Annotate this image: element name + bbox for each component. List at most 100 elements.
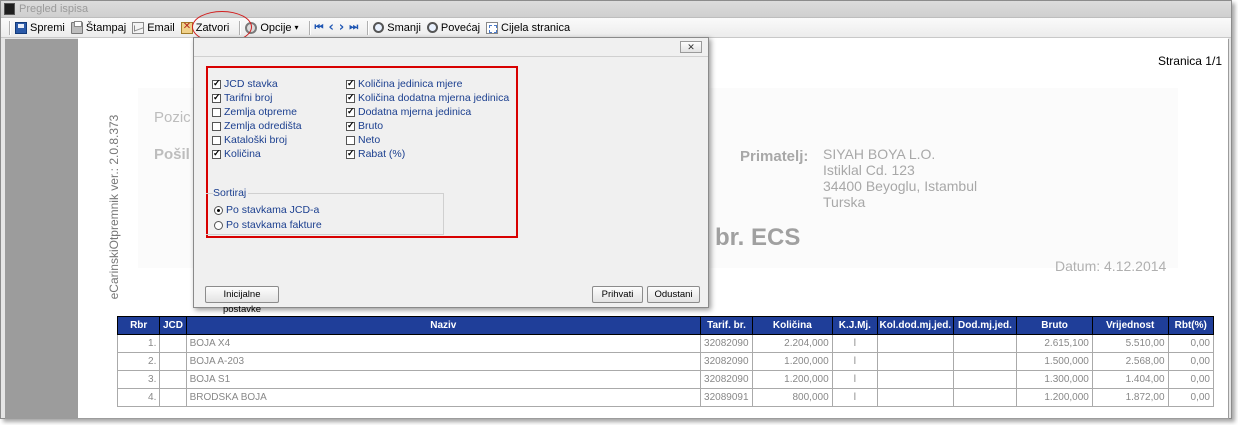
sort-option-label: Po stavkama JCD-a [226, 204, 320, 216]
cell-bruto: 1.500,000 [1016, 352, 1093, 371]
cell-rabat: 0,00 [1167, 370, 1215, 389]
option-tarifni-broj[interactable]: Tarifni broj [212, 92, 272, 104]
option-katalo-ki-broj[interactable]: Kataloški broj [212, 134, 287, 146]
options-dropdown-button[interactable]: Opcije ▾ [245, 21, 299, 34]
option-label: Kataloški broj [224, 134, 288, 146]
cell-kol-dod [877, 334, 954, 353]
toolbar: Spremi Štampaj Email Zatvori Opcije ▾ ⏮ … [1, 18, 1231, 38]
dialog-divider [194, 56, 708, 57]
window-title: Pregled ispisa [19, 3, 89, 15]
option-kolicina[interactable]: Količina [212, 148, 261, 160]
cell-bruto: 1.200,000 [1016, 388, 1093, 407]
radio-button[interactable] [214, 205, 223, 215]
cell-bruto: 2.615,100 [1016, 334, 1093, 353]
option-zemlja-odredista[interactable]: Zemlja odredišta [212, 120, 302, 132]
option-kolicina-dodatna-mjerna-jedinica[interactable]: Količina dodatna mjerna jedinica [346, 92, 509, 104]
cell-kjmj: l [831, 334, 879, 353]
column-header: Rbt(%) [1167, 316, 1215, 335]
previous-page-icon[interactable]: ‹ [329, 20, 334, 35]
toolbar-separator [308, 20, 311, 35]
option-label: Količina dodatna mjerna jedinica [358, 92, 510, 104]
initial-settings-button[interactable]: Inicijalne postavke [205, 286, 279, 315]
cell-kolicina: 1.200,000 [751, 352, 833, 371]
last-page-icon[interactable]: ⏭ [349, 22, 358, 33]
column-header: JCD [159, 316, 187, 335]
email-button[interactable]: Email [132, 21, 175, 34]
next-page-icon[interactable]: › [339, 20, 344, 35]
option-label: Količina [224, 148, 261, 160]
checkbox[interactable] [346, 135, 355, 145]
option-jcd-stavka[interactable]: JCD stavka [212, 78, 278, 90]
first-page-icon[interactable]: ⏮ [315, 22, 324, 33]
table-row: 2. BOJA A-203 32082090 1.200,000 l 1.500… [116, 352, 1215, 371]
option-label: Zemlja odredišta [224, 120, 302, 132]
checkbox[interactable] [212, 135, 221, 145]
cancel-button[interactable]: Odustani [647, 286, 700, 303]
zoom-in-icon [426, 22, 438, 33]
primatelj-line: Istiklal Cd. 123 [823, 162, 915, 178]
option-label: Bruto [358, 120, 384, 132]
title-bar: Pregled ispisa [1, 1, 1231, 18]
cell-vrijednost: 2.568,00 [1091, 352, 1169, 371]
save-label: Spremi [30, 21, 65, 34]
cell-naziv: BOJA S1 [185, 370, 702, 389]
cell-tarif: 32082090 [700, 370, 753, 389]
cell-rbr: 2. [116, 352, 161, 371]
option-bruto[interactable]: Bruto [346, 120, 383, 132]
zoom-out-button[interactable]: Smanji [373, 22, 421, 34]
options-dialog: ✕ JCD stavka Tarifni broj Zemlja otpreme… [193, 37, 709, 315]
sort-by-jcd[interactable]: Po stavkama JCD-a [214, 204, 319, 216]
checkbox[interactable] [212, 78, 221, 89]
cell-dod-mj [952, 388, 1018, 407]
print-label: Štampaj [85, 21, 127, 34]
toolbar-separator [367, 20, 370, 35]
sort-option-label: Po stavkama fakture [226, 219, 322, 231]
cell-kjmj: l [831, 370, 879, 389]
column-header: Kol.dod.mj.jed. [877, 316, 954, 335]
cell-vrijednost: 5.510,00 [1091, 334, 1169, 353]
print-button[interactable]: Štampaj [70, 20, 127, 34]
page-fit-icon [486, 21, 499, 34]
checkbox[interactable] [212, 107, 221, 117]
save-button[interactable]: Spremi [15, 21, 65, 34]
cell-tarif: 32082090 [700, 334, 753, 353]
checkbox[interactable] [212, 92, 221, 103]
sort-by-invoice[interactable]: Po stavkama fakture [214, 219, 322, 231]
option-dodatna-mjerna-jedinica[interactable]: Dodatna mjerna jedinica [346, 106, 471, 118]
whole-page-button[interactable]: Cijela stranica [486, 21, 570, 34]
page-number: Stranica 1/1 [1157, 54, 1222, 68]
option-zemlja-otpreme[interactable]: Zemlja otpreme [212, 106, 297, 118]
date-label: Datum: 4.12.2014 [1055, 258, 1167, 274]
zoom-out-icon [373, 22, 385, 33]
cell-rbr: 3. [116, 370, 161, 389]
radio-button[interactable] [214, 220, 223, 230]
primatelj-line: 34400 Beyoglu, Istambul [823, 178, 978, 194]
option-kolicina-jedinica-mjere[interactable]: Količina jedinica mjere [346, 78, 462, 90]
checkbox[interactable] [346, 120, 355, 131]
posiljatelj-label: Pošil [154, 146, 190, 163]
cell-rabat: 0,00 [1167, 334, 1215, 353]
option-neto[interactable]: Neto [346, 134, 380, 146]
envelope-icon [132, 21, 145, 34]
cell-rabat: 0,00 [1167, 352, 1215, 371]
close-icon [180, 21, 193, 34]
table-row: 3. BOJA S1 32082090 1.200,000 l 1.300,00… [116, 370, 1215, 389]
checkbox[interactable] [346, 78, 355, 89]
dialog-close-button[interactable]: ✕ [680, 41, 702, 53]
cell-tarif: 32082090 [700, 352, 753, 371]
table-header-row: Rbr JCD Naziv Tarif. br. Količina K.J.Mj… [116, 316, 1215, 335]
accept-button[interactable]: Prihvati [592, 286, 643, 303]
option-rabat[interactable]: Rabat (%) [346, 148, 405, 160]
checkbox[interactable] [212, 121, 221, 131]
zoom-in-button[interactable]: Povećaj [426, 22, 480, 34]
cell-jcd [159, 370, 187, 389]
checkbox[interactable] [212, 148, 221, 159]
cell-dod-mj [952, 352, 1018, 371]
checkbox[interactable] [346, 148, 355, 159]
primatelj-line: Turska [823, 194, 866, 210]
checkbox[interactable] [346, 92, 355, 103]
cell-jcd [159, 388, 187, 407]
app-icon [4, 3, 15, 15]
checkbox[interactable] [346, 106, 355, 117]
table-row: 4. BRODSKA BOJA 32089091 800,000 l 1.200… [116, 388, 1215, 407]
